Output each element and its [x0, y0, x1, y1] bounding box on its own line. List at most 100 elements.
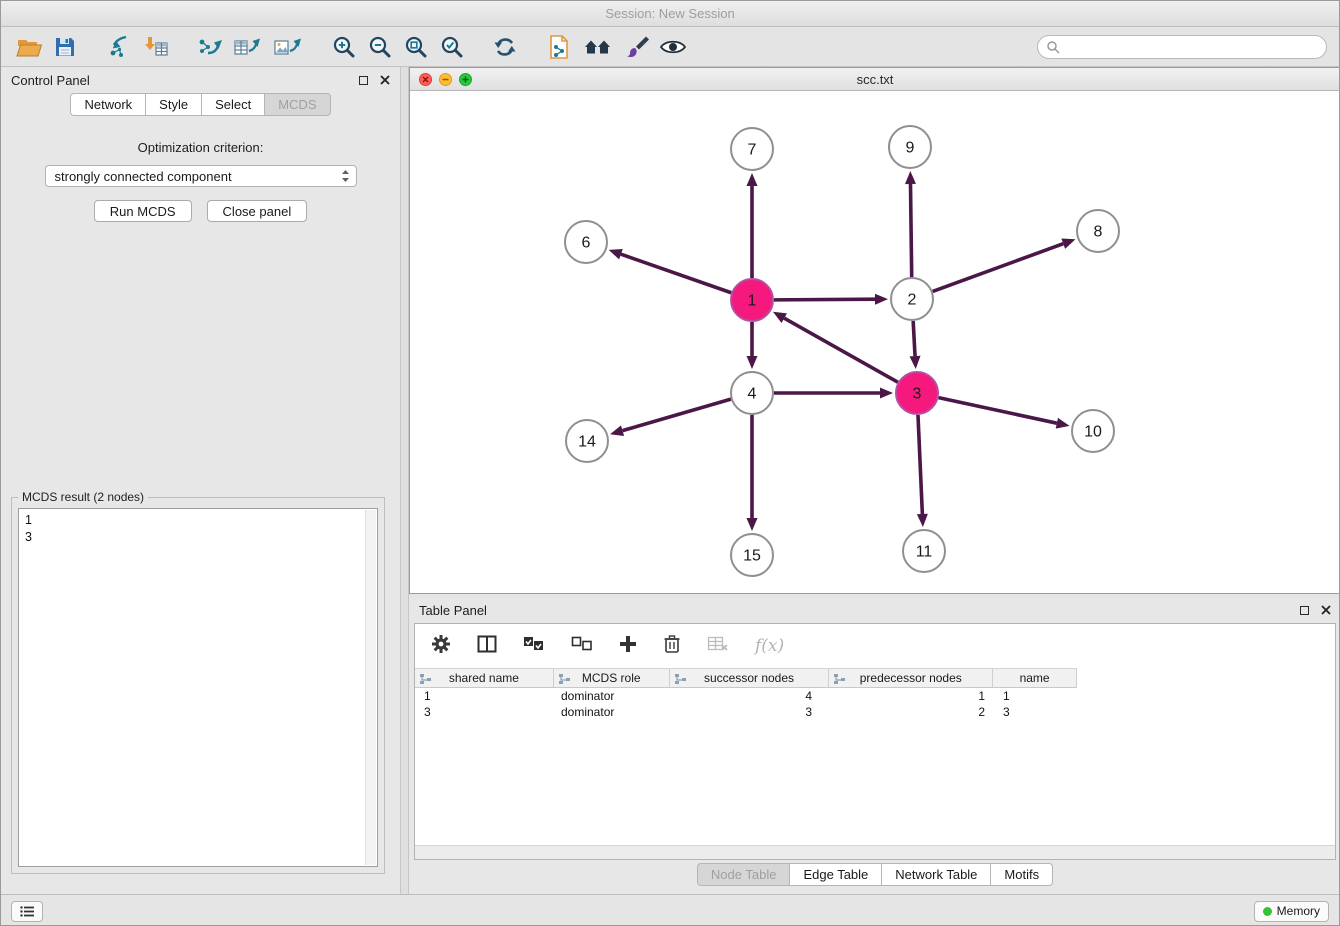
- column-header-successor-nodes[interactable]: successor nodes: [670, 669, 830, 687]
- table-toolbar: f(x): [415, 624, 1335, 668]
- cell-shared-name: 1: [415, 688, 554, 704]
- graph-node-label-15: 15: [743, 548, 761, 565]
- tab-network[interactable]: Network: [70, 93, 145, 116]
- export-network-icon[interactable]: [191, 31, 227, 63]
- cell-name: 3: [994, 704, 1077, 720]
- clone-network-icon[interactable]: [541, 31, 577, 63]
- run-mcds-button[interactable]: Run MCDS: [94, 200, 192, 222]
- cell-predecessor-nodes: 2: [830, 704, 994, 720]
- zoom-in-icon[interactable]: [325, 31, 361, 63]
- select-all-icon[interactable]: [523, 636, 545, 657]
- import-network-icon[interactable]: [101, 31, 137, 63]
- graph-node-label-2: 2: [908, 292, 917, 309]
- graph-edge-arrowhead: [1056, 418, 1070, 429]
- combo-arrows-icon: [341, 169, 350, 183]
- graph-edge-1-6[interactable]: [621, 254, 731, 293]
- graph-edge-1-2[interactable]: [774, 299, 875, 300]
- sort-icon: [674, 673, 687, 685]
- graph-edge-4-14[interactable]: [623, 399, 731, 431]
- graph-edge-3-11[interactable]: [918, 415, 922, 514]
- tab-select[interactable]: Select: [201, 93, 264, 116]
- open-session-icon[interactable]: [11, 31, 47, 63]
- table-row[interactable]: 1 dominator 4 1 1: [415, 688, 1335, 704]
- tab-style[interactable]: Style: [145, 93, 201, 116]
- task-history-button[interactable]: [11, 901, 43, 922]
- cell-mcds-role: dominator: [554, 688, 670, 704]
- style-brush-icon[interactable]: [619, 31, 655, 63]
- show-columns-icon[interactable]: [477, 635, 497, 658]
- refresh-layout-icon[interactable]: [487, 31, 523, 63]
- unselect-all-icon[interactable]: [571, 636, 593, 657]
- graph-edge-arrowhead: [1061, 239, 1075, 249]
- save-session-icon[interactable]: [47, 31, 83, 63]
- float-table-panel-icon[interactable]: [1300, 606, 1309, 615]
- memory-button[interactable]: Memory: [1254, 901, 1329, 922]
- column-header-mcds-role[interactable]: MCDS role: [554, 669, 670, 687]
- column-header-predecessor-nodes[interactable]: predecessor nodes: [829, 669, 993, 687]
- mcds-result-title: MCDS result (2 nodes): [18, 490, 148, 504]
- network-canvas[interactable]: 7968124314101511: [410, 91, 1340, 593]
- result-scrollbar[interactable]: [365, 510, 376, 865]
- export-table-icon[interactable]: [227, 31, 267, 63]
- zoom-fit-icon[interactable]: [397, 31, 433, 63]
- minimize-window-icon[interactable]: [439, 73, 452, 86]
- eye-icon[interactable]: [655, 31, 691, 63]
- result-line: 3: [25, 529, 371, 546]
- table-tabs: Node Table Edge Table Network Table Moti…: [409, 863, 1340, 886]
- maximize-window-icon[interactable]: [459, 73, 472, 86]
- network-view-window: scc.txt 7968124314101511: [409, 67, 1340, 594]
- import-table-icon[interactable]: [137, 31, 173, 63]
- cell-name: 1: [994, 688, 1077, 704]
- graph-edge-arrowhead: [747, 173, 758, 186]
- close-panel-icon[interactable]: [380, 75, 390, 85]
- tab-network-table[interactable]: Network Table: [881, 863, 990, 886]
- export-image-icon[interactable]: [267, 31, 307, 63]
- graph-edge-2-8[interactable]: [933, 244, 1064, 292]
- close-table-panel-icon[interactable]: [1321, 605, 1331, 615]
- add-column-icon[interactable]: [619, 635, 637, 658]
- sort-icon: [833, 673, 846, 685]
- graph-edge-arrowhead: [875, 294, 888, 305]
- table-row[interactable]: 3 dominator 3 2 3: [415, 704, 1335, 720]
- graph-edge-arrowhead: [917, 514, 928, 527]
- close-panel-button[interactable]: Close panel: [207, 200, 308, 222]
- network-graph[interactable]: 7968124314101511: [410, 91, 1340, 593]
- status-bar: Memory: [1, 894, 1339, 926]
- list-icon: [20, 906, 34, 917]
- memory-status-icon: [1263, 907, 1272, 916]
- graph-node-label-10: 10: [1084, 424, 1102, 441]
- delete-column-icon[interactable]: [663, 634, 681, 659]
- graph-edge-3-10[interactable]: [939, 398, 1057, 424]
- zoom-out-icon[interactable]: [361, 31, 397, 63]
- graph-edge-3-1[interactable]: [784, 318, 898, 382]
- graph-node-label-4: 4: [748, 386, 757, 403]
- mcds-result-group: MCDS result (2 nodes) 1 3: [11, 497, 385, 874]
- column-header-name[interactable]: name: [993, 669, 1076, 687]
- table-horizontal-scrollbar[interactable]: [415, 845, 1335, 859]
- tab-motifs[interactable]: Motifs: [990, 863, 1053, 886]
- graph-edge-arrowhead: [905, 171, 916, 184]
- criterion-dropdown[interactable]: strongly connected component: [45, 165, 357, 187]
- mcds-result-list: 1 3: [18, 508, 378, 867]
- cell-mcds-role: dominator: [554, 704, 670, 720]
- gear-icon[interactable]: [431, 634, 451, 659]
- float-panel-icon[interactable]: [359, 76, 368, 85]
- graph-edge-2-3[interactable]: [913, 321, 915, 356]
- search-input[interactable]: [1066, 37, 1326, 57]
- close-window-icon[interactable]: [419, 73, 432, 86]
- tab-mcds[interactable]: MCDS: [264, 93, 330, 116]
- panel-splitter[interactable]: [401, 67, 409, 894]
- graph-edge-arrowhead: [880, 388, 893, 399]
- zoom-selected-icon[interactable]: [433, 31, 469, 63]
- graph-edge-2-9[interactable]: [910, 184, 911, 277]
- tab-edge-table[interactable]: Edge Table: [789, 863, 881, 886]
- network-overview-icon[interactable]: [577, 31, 619, 63]
- main-toolbar: [1, 27, 1339, 67]
- delete-table-icon[interactable]: [707, 635, 729, 658]
- window-title: Session: New Session: [605, 6, 734, 21]
- tab-node-table[interactable]: Node Table: [697, 863, 790, 886]
- column-header-shared-name[interactable]: shared name: [415, 669, 554, 687]
- cell-shared-name: 3: [415, 704, 554, 720]
- graph-node-label-3: 3: [913, 386, 922, 403]
- function-builder-icon[interactable]: f(x): [755, 636, 784, 656]
